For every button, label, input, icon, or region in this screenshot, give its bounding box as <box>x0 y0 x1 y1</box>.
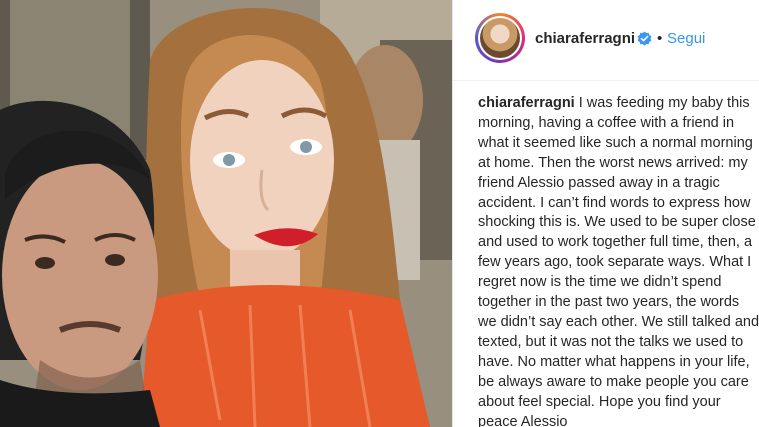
caption-line: shocking this is. We used to be super cl… <box>478 214 756 231</box>
caption-line: together in the past two years, the word… <box>478 294 740 311</box>
follow-separator: • <box>657 30 663 47</box>
avatar-image <box>480 18 520 58</box>
follow-button[interactable]: Segui <box>667 30 705 47</box>
post-caption: chiaraferragni I was feeding my baby thi… <box>478 94 759 427</box>
caption-line: we didn’t say each other. We still talke… <box>478 313 759 330</box>
caption-line: and used to work together full time, the… <box>478 234 753 251</box>
caption-line: few years ago, took separate ways. What … <box>478 254 752 271</box>
caption-line: regret now is the time we didn’t spend <box>478 274 722 291</box>
caption-first-line-text: I was feeding my baby this <box>574 95 750 111</box>
profile-avatar[interactable] <box>475 13 525 63</box>
verified-badge-icon <box>637 31 652 46</box>
caption-line: morning, having a coffee with a friend i… <box>478 114 735 131</box>
selfie-illustration <box>0 0 452 427</box>
caption-line: texted, but it was not the talks we used… <box>478 333 744 350</box>
caption-line: what it seemed like such a normal mornin… <box>478 134 753 151</box>
caption-line: at home. Then the worst news arrived: my <box>478 154 748 171</box>
caption-username[interactable]: chiaraferragni <box>478 95 575 111</box>
author-username[interactable]: chiaraferragni <box>535 30 635 47</box>
caption-line: be always aware to make people you care <box>478 373 749 390</box>
post-header: chiaraferragni • Segui <box>453 0 759 81</box>
caption-line: peace Alessio <box>478 413 568 427</box>
caption-first-line: chiaraferragni I was feeding my baby thi… <box>478 94 759 114</box>
caption-line: friend Alessio passed away in a tragic <box>478 174 720 191</box>
post-photo[interactable] <box>0 0 452 427</box>
caption-line: accident. I can’t find words to express … <box>478 194 751 211</box>
post-panel: chiaraferragni • Segui chiaraferragni I … <box>452 0 759 427</box>
caption-line: about feel special. Hope you find your <box>478 393 721 410</box>
avatar-ring <box>478 16 522 60</box>
caption-line: have. No matter what happens in your lif… <box>478 353 750 370</box>
